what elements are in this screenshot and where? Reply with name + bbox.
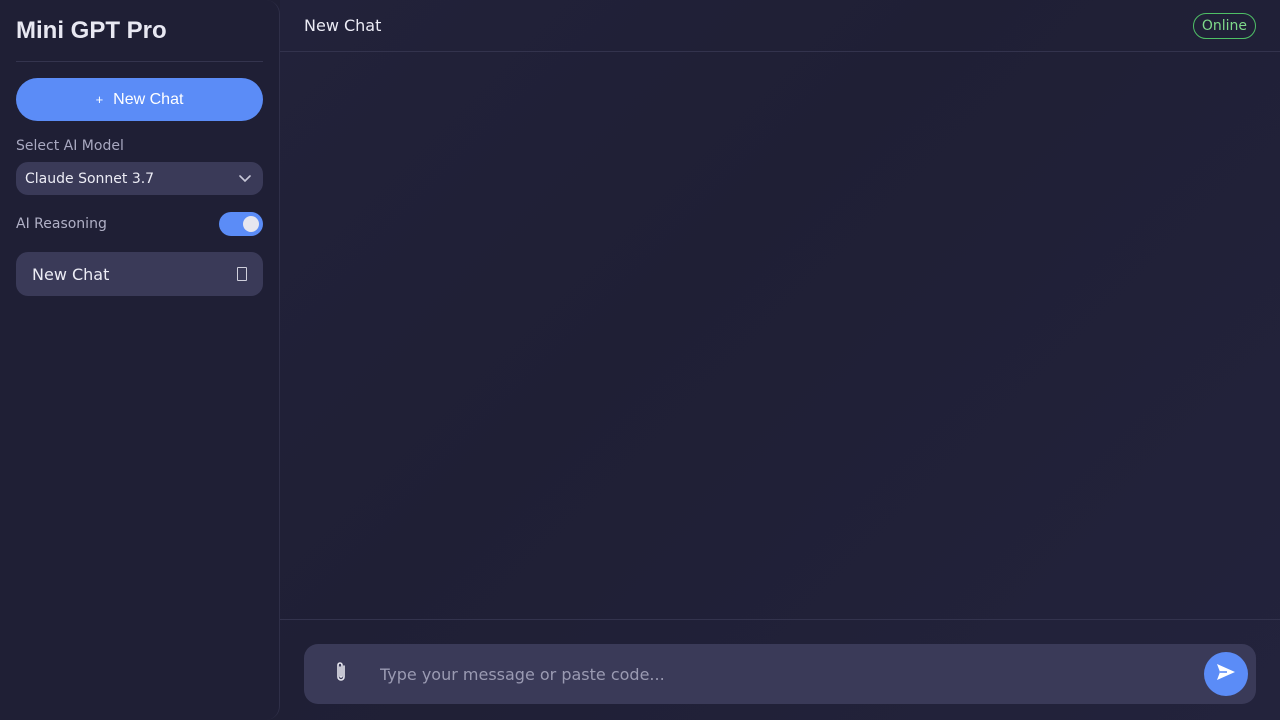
attach-button[interactable] <box>320 653 362 695</box>
plus-icon: + <box>95 92 104 107</box>
reasoning-label: AI Reasoning <box>16 216 107 232</box>
model-selected-value: Claude Sonnet 3.7 <box>25 170 155 187</box>
chat-item-title: New Chat <box>32 264 110 284</box>
main-panel: New Chat Online <box>280 0 1280 720</box>
model-select-label: Select AI Model <box>16 138 124 154</box>
message-input[interactable] <box>380 654 1204 694</box>
chat-header: New Chat Online <box>280 0 1280 52</box>
divider <box>16 61 263 62</box>
reasoning-row: AI Reasoning <box>16 212 263 236</box>
model-select[interactable]: Claude Sonnet 3.7 <box>16 162 263 195</box>
new-chat-button[interactable]: + New Chat <box>16 78 263 121</box>
composer-area <box>280 619 1280 720</box>
chat-list-item[interactable]: New Chat <box>16 252 263 296</box>
app-root: Mini GPT Pro + New Chat Select AI Model … <box>0 0 1280 720</box>
reasoning-toggle[interactable] <box>219 212 263 236</box>
message-area <box>280 52 1280 619</box>
trash-icon[interactable] <box>237 267 247 281</box>
composer <box>304 644 1256 704</box>
paperclip-icon <box>334 660 348 688</box>
app-brand: Mini GPT Pro <box>16 17 167 44</box>
chevron-down-icon <box>239 171 251 187</box>
toggle-knob <box>243 216 259 232</box>
new-chat-label: New Chat <box>113 90 184 108</box>
status-badge: Online <box>1192 12 1256 39</box>
send-button[interactable] <box>1204 652 1248 696</box>
chat-title: New Chat <box>304 16 382 35</box>
send-icon <box>1216 663 1236 685</box>
sidebar: Mini GPT Pro + New Chat Select AI Model … <box>0 0 280 720</box>
